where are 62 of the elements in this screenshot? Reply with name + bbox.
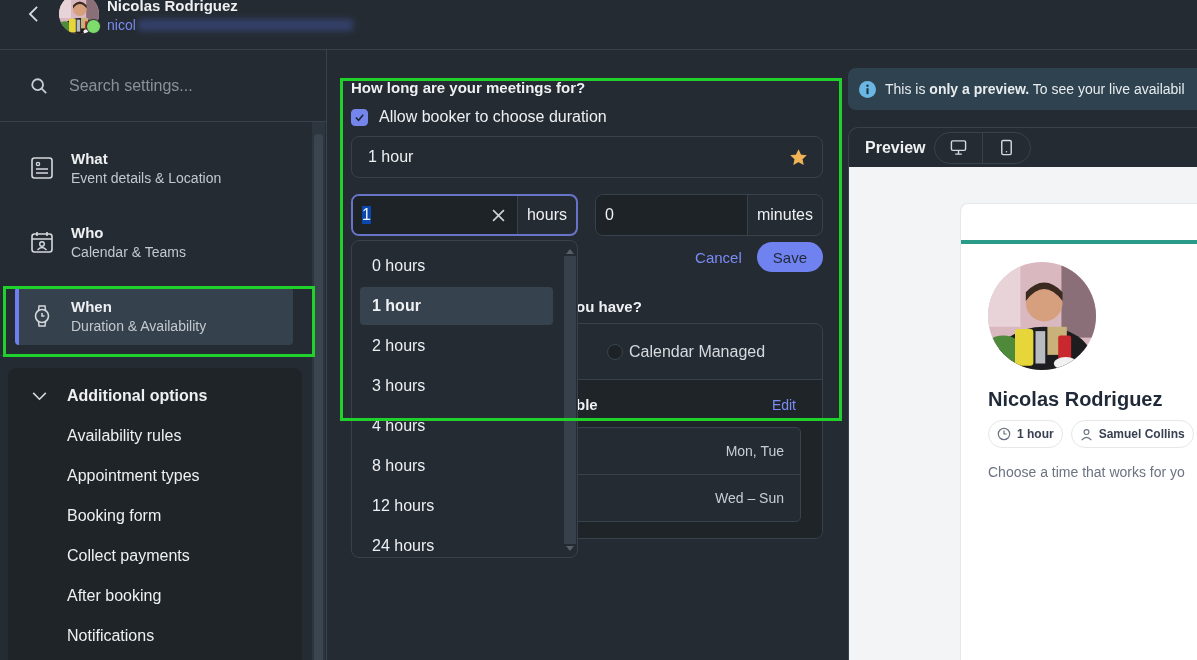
checkbox[interactable] <box>351 108 368 126</box>
duration-tag: 1 hour <box>368 148 414 166</box>
info-icon <box>859 80 876 98</box>
search-icon <box>30 76 48 95</box>
minutes-input[interactable]: 0 <box>596 195 747 235</box>
options-item[interactable]: Collect payments <box>8 544 190 568</box>
options-item[interactable]: Notifications <box>8 624 155 648</box>
nav-subtitle: Event details & Location <box>71 169 222 187</box>
star-icon[interactable] <box>790 148 807 166</box>
options-item[interactable]: After booking <box>8 584 162 608</box>
schedule-days: Mon, Tue <box>725 443 784 459</box>
save-button[interactable]: Save <box>756 242 823 272</box>
person-icon <box>1079 427 1093 441</box>
dropdown-option[interactable]: 2 hours <box>360 327 553 365</box>
document-icon <box>30 156 54 180</box>
calendar-person-icon <box>30 230 54 254</box>
clock-icon <box>997 427 1011 441</box>
check-icon <box>354 111 365 123</box>
checkbox-label: Allow booker to choose duration <box>379 108 607 126</box>
options-header[interactable]: Additional options <box>8 384 302 408</box>
radio-button[interactable] <box>607 343 623 360</box>
cancel-link[interactable]: Cancel <box>695 248 742 266</box>
user-email: nicol <box>107 16 136 34</box>
nav-item[interactable]: Who Calendar & Teams <box>15 213 293 271</box>
back-icon[interactable] <box>28 5 39 23</box>
schedule-days: Wed – Sun <box>715 490 784 506</box>
section-title: How long are your meetings for? <box>351 78 586 98</box>
clear-icon[interactable] <box>492 209 505 222</box>
options-item[interactable]: Appointment types <box>8 464 200 488</box>
chevron-icon <box>32 391 47 401</box>
preview-title: Preview <box>865 138 926 157</box>
desktop-icon[interactable] <box>950 139 968 156</box>
nav-title: Who <box>71 223 105 243</box>
edit-link[interactable]: Edit <box>771 396 801 413</box>
nav-subtitle: Duration & Availability <box>71 317 207 335</box>
host-name: Nicolas Rodriguez <box>988 388 1164 411</box>
nav-subtitle: Calendar & Teams <box>71 243 186 261</box>
user-name: Nicolas Rodriguez <box>107 0 239 16</box>
search-field[interactable]: Search settings... <box>67 75 291 96</box>
dropdown-option[interactable]: 0 hours <box>360 247 553 285</box>
booking-prompt: Choose a time that works for yo <box>988 464 1186 480</box>
options-item[interactable]: Booking form <box>8 504 162 528</box>
radio-label: Calendar Managed <box>629 342 766 361</box>
dropdown-option[interactable]: 8 hours <box>360 447 553 485</box>
nav-item[interactable]: When Duration & Availability <box>15 287 293 345</box>
options-title: Additional options <box>67 387 208 405</box>
scrollbar[interactable] <box>312 122 325 660</box>
dropdown-option[interactable]: 12 hours <box>360 487 553 525</box>
dropdown-option[interactable]: 3 hours <box>360 367 553 405</box>
unit-label: hours <box>516 196 576 234</box>
nav-item[interactable]: What Event details & Location <box>15 139 293 197</box>
unit-label: minutes <box>746 195 822 235</box>
hours-input[interactable]: 1 <box>353 196 517 234</box>
durations-select[interactable]: 1 hour <box>351 136 823 178</box>
dropdown-option[interactable]: 1 hour <box>360 287 553 325</box>
chip-label: Samuel Collins <box>1098 427 1185 441</box>
chip-label: 1 hour <box>1017 427 1054 441</box>
nav-title: When <box>71 297 113 317</box>
dropdown-option[interactable]: 24 hours <box>360 527 553 557</box>
banner-text: This is only a preview. To see your live availabil <box>885 81 1185 97</box>
nav-title: What <box>71 149 109 169</box>
options-item[interactable]: Availability rules <box>8 424 182 448</box>
